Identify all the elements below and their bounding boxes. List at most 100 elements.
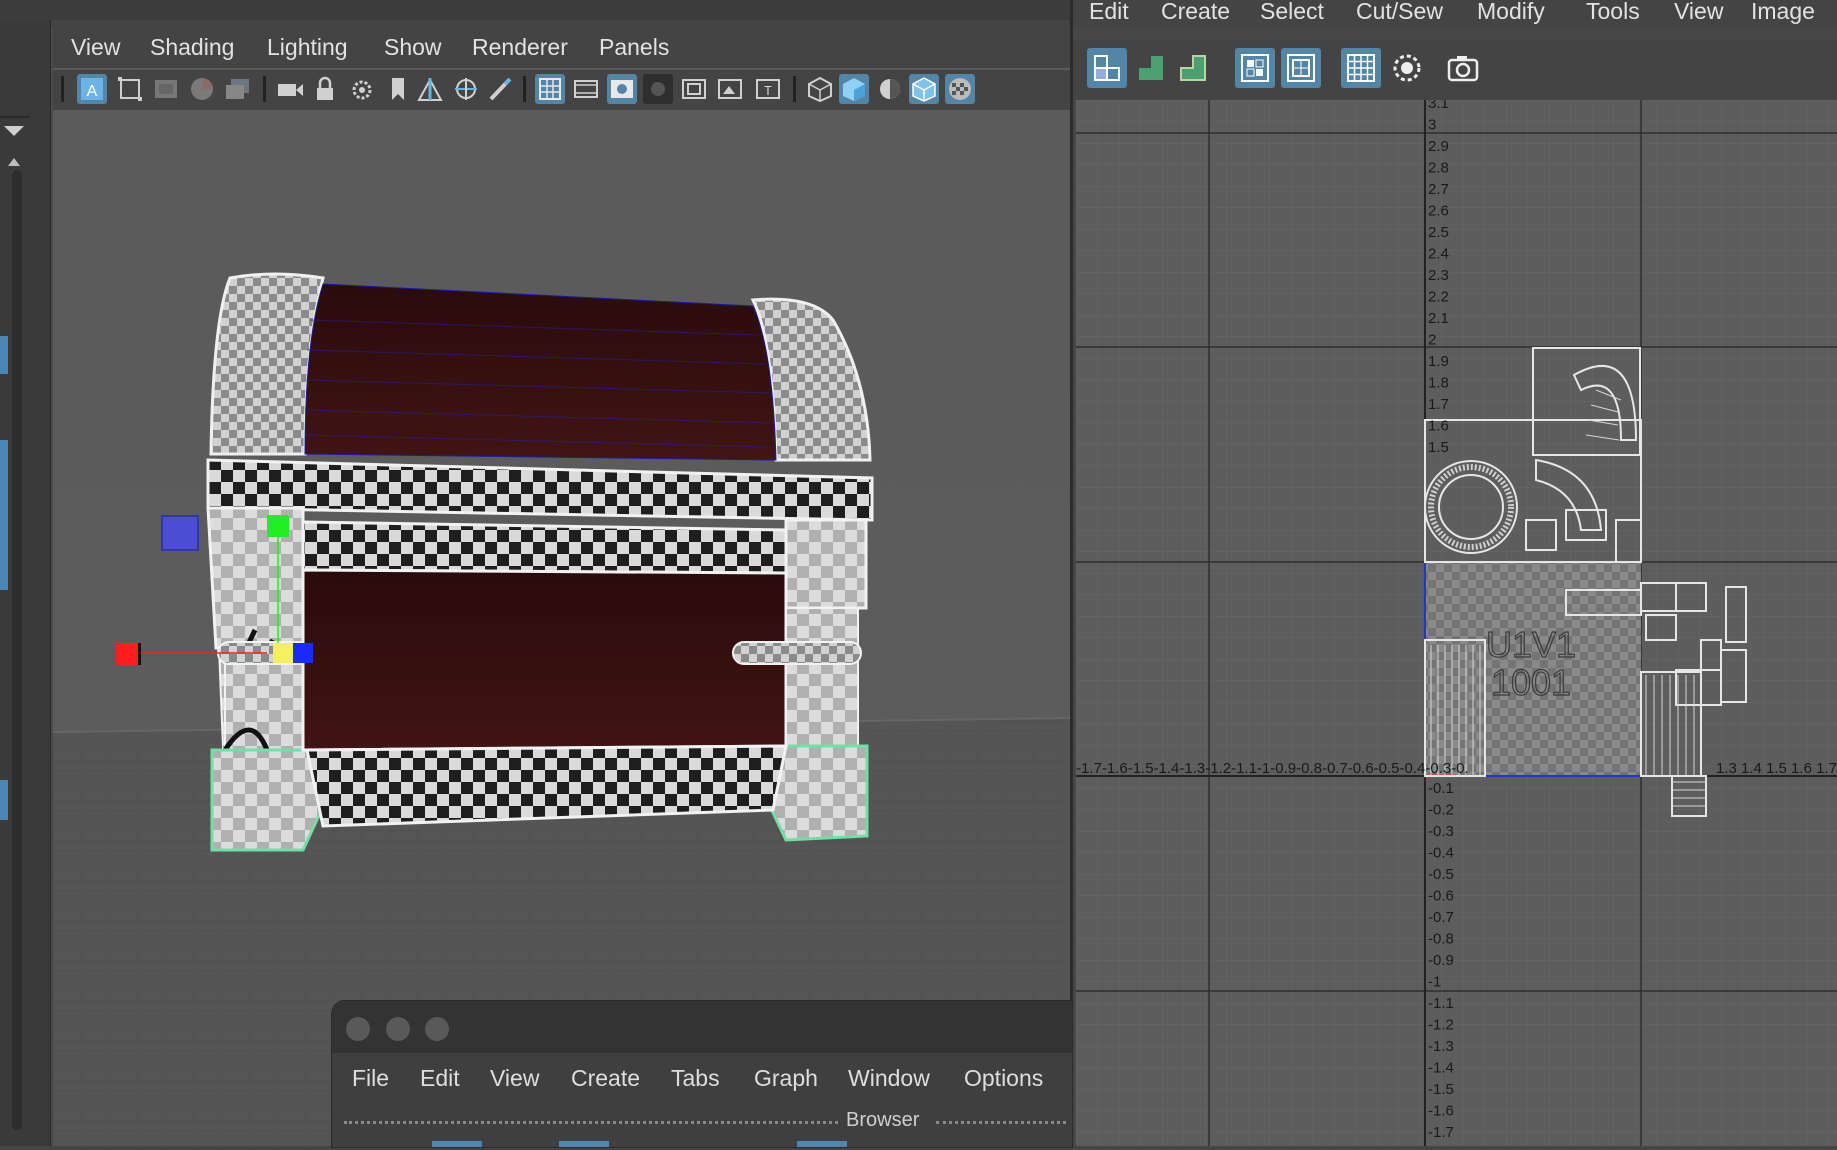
image-plane-icon[interactable]: [187, 74, 217, 104]
wireframe-icon[interactable]: [805, 74, 835, 104]
viewport-menubar: View Shading Lighting Show Renderer Pane…: [53, 28, 1070, 68]
uv-tile-label-1: U1V1: [1486, 624, 1576, 665]
uv-v-tick: 1.9: [1428, 353, 1449, 370]
paint-brush-icon[interactable]: [485, 74, 515, 104]
uv-v-tick: 1.8: [1428, 375, 1449, 392]
hs-menu-tabs[interactable]: Tabs: [671, 1065, 720, 1092]
uv-toolbar: [1073, 40, 1837, 100]
uv-menubar: Edit Create Select Cut/Sew Modify Tools …: [1073, 0, 1837, 28]
hs-menu-edit[interactable]: Edit: [420, 1065, 460, 1092]
uv-v-tick: 2.3: [1428, 267, 1449, 284]
transform-pivot-icon[interactable]: [451, 74, 481, 104]
tool-shelf-strip: [0, 20, 51, 1146]
textured-icon[interactable]: [945, 74, 975, 104]
uv-menu-image[interactable]: Image: [1751, 0, 1815, 25]
title-strip: [0, 0, 1070, 20]
uv-menu-tools[interactable]: Tools: [1586, 0, 1640, 25]
browser-divider-right: [936, 1121, 1066, 1126]
browser-tab-3[interactable]: [797, 1141, 847, 1147]
hs-menu-file[interactable]: File: [352, 1065, 389, 1092]
uv-selection-icon[interactable]: [1087, 48, 1127, 88]
uv-tile-label-2: 1001: [1491, 662, 1571, 703]
zoom-window-button[interactable]: [425, 1017, 449, 1041]
grid-display-icon[interactable]: [1341, 48, 1381, 88]
scene-render[interactable]: [53, 110, 1070, 1146]
snapshot-icon[interactable]: [1443, 48, 1483, 88]
uv-v-tick: 2: [1428, 332, 1436, 349]
uv-u-axis-labels-neg: -1.7-1.6-1.5-1.4-1.3-1.2-1.1-1-0.9-0.8-0…: [1076, 760, 1469, 777]
uv-v-tick: -1.1: [1428, 995, 1454, 1012]
lock-camera-icon[interactable]: [311, 74, 341, 104]
bookmark-icon[interactable]: [151, 74, 181, 104]
uv-v-tick: -1.5: [1428, 1081, 1454, 1098]
uv-grid[interactable]: U1V1 1001 3.1 3 2.9 2.8 2.7 2.6 2.5 2.4 2.3 2.2 2.…: [1076, 95, 1837, 1146]
uv-v-tick: -1.3: [1428, 1038, 1454, 1055]
manip-y-handle: [267, 515, 289, 537]
menu-lighting[interactable]: Lighting: [267, 34, 348, 61]
uv-menu-modify[interactable]: Modify: [1477, 0, 1545, 25]
tool-shelf-icons: [0, 116, 30, 1130]
hs-menu-view[interactable]: View: [490, 1065, 539, 1092]
shell-border-icon[interactable]: [1173, 48, 1213, 88]
resolution-gate-icon[interactable]: [607, 74, 637, 104]
menu-panels[interactable]: Panels: [599, 34, 669, 61]
hs-menu-graph[interactable]: Graph: [754, 1065, 818, 1092]
wireframe-on-shaded-icon[interactable]: [909, 74, 939, 104]
safe-action-icon[interactable]: [715, 74, 745, 104]
uv-canvas[interactable]: U1V1 1001 3.1 3 2.9 2.8 2.7 2.6 2.5 2.4 2.3 2.2 2.…: [1076, 95, 1837, 1146]
uv-v-tick: -0.9: [1428, 952, 1454, 969]
uv-v-tick: 2.8: [1428, 160, 1449, 177]
uv-v-tick: -0.1: [1428, 780, 1454, 797]
browser-tab-1[interactable]: [432, 1141, 482, 1147]
close-window-button[interactable]: [346, 1017, 370, 1041]
bookmark-flag-icon[interactable]: [383, 74, 413, 104]
uv-menu-create[interactable]: Create: [1161, 0, 1230, 25]
hs-menu-options[interactable]: Options: [964, 1065, 1043, 1092]
pixel-snap-icon[interactable]: [1387, 48, 1427, 88]
smooth-shade-icon[interactable]: [839, 74, 869, 104]
menu-show[interactable]: Show: [384, 34, 442, 61]
uv-v-tick: 2.5: [1428, 224, 1449, 241]
uv-menu-select[interactable]: Select: [1260, 0, 1324, 25]
gate-mask-icon[interactable]: [643, 74, 673, 104]
viewport-toolbar: A T: [53, 70, 1070, 110]
uv-menu-view[interactable]: View: [1674, 0, 1723, 25]
hypershade-window[interactable]: File Edit View Create Tabs Graph Window …: [331, 1000, 1073, 1148]
menu-shading[interactable]: Shading: [150, 34, 234, 61]
uv-v-tick: -1.2: [1428, 1017, 1454, 1034]
uv-menu-cut-sew[interactable]: Cut/Sew: [1356, 0, 1443, 25]
field-chart-icon[interactable]: [679, 74, 709, 104]
menu-renderer[interactable]: Renderer: [472, 34, 568, 61]
camera-settings-icon[interactable]: [347, 74, 377, 104]
manip-center-handle: [273, 643, 293, 663]
scroll-up-icon: [8, 158, 20, 166]
uv-v-tick: 3: [1428, 117, 1436, 134]
hypershade-titlebar[interactable]: [332, 1001, 1072, 1053]
uv-v-tick: 2.2: [1428, 289, 1449, 306]
hs-menu-window[interactable]: Window: [848, 1065, 930, 1092]
scrollbar-track: [12, 170, 22, 1130]
viewport-canvas[interactable]: [53, 110, 1070, 1146]
minimize-window-button[interactable]: [386, 1017, 410, 1041]
menu-view[interactable]: View: [71, 34, 120, 61]
safe-title-icon[interactable]: T: [753, 74, 783, 104]
snap-icon[interactable]: [415, 74, 445, 104]
hs-menu-create[interactable]: Create: [571, 1065, 640, 1092]
browser-divider-left: [344, 1121, 838, 1126]
viewport-panel[interactable]: View Shading Lighting Show Renderer Pane…: [51, 28, 1070, 1146]
default-material-icon[interactable]: [875, 74, 905, 104]
uv-v-tick: 1.6: [1428, 418, 1449, 435]
uv-menu-edit[interactable]: Edit: [1089, 0, 1129, 25]
uv-v-tick: 1.5: [1428, 439, 1449, 456]
camera-attributes-icon[interactable]: [115, 74, 145, 104]
film-gate-icon[interactable]: [571, 74, 601, 104]
select-camera-icon[interactable]: A: [77, 74, 107, 104]
browser-tab-2[interactable]: [559, 1141, 609, 1147]
2d-pan-zoom-icon[interactable]: [223, 74, 253, 104]
camera-icon[interactable]: [275, 74, 305, 104]
checker-icon[interactable]: [1235, 48, 1275, 88]
shell-icon[interactable]: [1131, 48, 1171, 88]
grid-icon[interactable]: [535, 74, 565, 104]
uv-distortion-icon[interactable]: [1281, 48, 1321, 88]
uv-editor-panel[interactable]: Edit Create Select Cut/Sew Modify Tools …: [1070, 0, 1837, 1146]
